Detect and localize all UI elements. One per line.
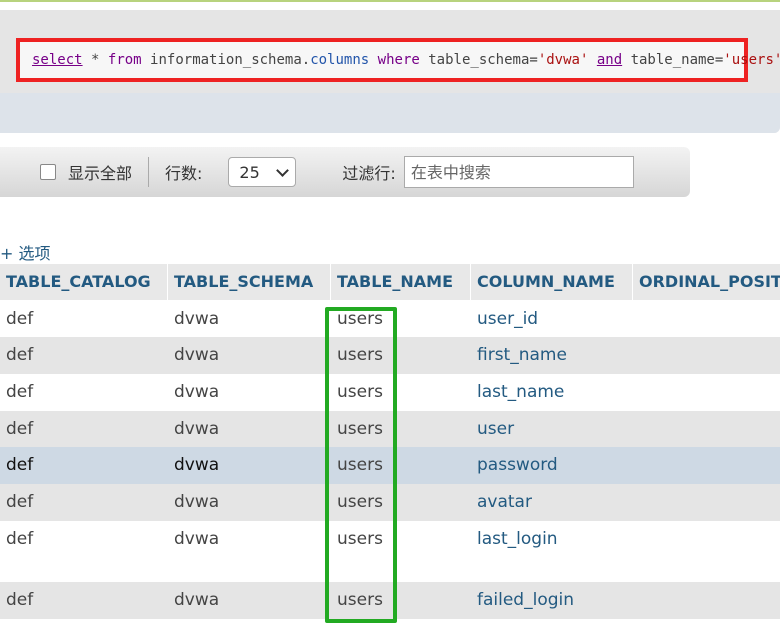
sql-value-users: 'users' [723, 52, 780, 68]
cell-table-catalog: def [6, 590, 34, 610]
cell-table-name: users [337, 382, 383, 402]
rows-value: 25 [239, 162, 260, 182]
cell-table-schema: dvwa [174, 590, 220, 610]
sql-condition-table: table_name= [630, 52, 724, 68]
sql-and-keyword[interactable]: and [597, 52, 622, 68]
cell-column-name: last_login [477, 529, 558, 549]
cell-table-schema: dvwa [174, 309, 220, 329]
cell-table-catalog: def [6, 345, 34, 365]
sql-schema-name: information_schema. [150, 52, 311, 68]
sql-value-dvwa: 'dvwa' [537, 52, 589, 68]
sql-from-keyword: from [107, 52, 142, 68]
options-link[interactable]: + 选项 [0, 240, 51, 264]
sql-select-keyword[interactable]: select [32, 52, 83, 68]
cell-table-name: users [337, 419, 383, 439]
table-header: TABLE_CATALOG TABLE_SCHEMA TABLE_NAME CO… [0, 264, 780, 300]
nav-separator [148, 157, 150, 187]
cell-table-schema: dvwa [174, 345, 220, 365]
cell-column-name: failed_login [477, 590, 575, 610]
cell-table-catalog: def [6, 492, 34, 512]
top-accent-line [0, 0, 780, 2]
cell-table-catalog: def [6, 309, 34, 329]
sql-star: * [91, 52, 100, 68]
cell-table-schema: dvwa [174, 382, 220, 402]
table-row: def dvwa users failed_login [0, 582, 780, 619]
rows-per-page-select[interactable]: 25 [228, 157, 297, 187]
cell-column-name: first_name [477, 345, 567, 365]
table-row: def dvwa users user [0, 411, 780, 447]
filter-rows-input[interactable] [403, 156, 634, 188]
sql-where-keyword: where [377, 52, 420, 68]
header-column-name[interactable]: COLUMN_NAME [471, 264, 633, 300]
sql-condition-schema: table_schema= [428, 52, 538, 68]
cell-table-name: users [337, 345, 383, 365]
cell-table-schema: dvwa [174, 492, 220, 512]
cell-table-catalog: def [6, 529, 34, 549]
cell-table-name: users [337, 455, 383, 475]
cell-table-name: users [337, 309, 383, 329]
rows-label: 行数: [165, 164, 203, 183]
cell-table-name: users [337, 590, 383, 610]
table-row: def dvwa users first_name [0, 337, 780, 374]
cell-table-schema: dvwa [174, 455, 220, 475]
cell-table-name: users [337, 492, 383, 512]
sql-query-box: select * from information_schema. columns… [16, 38, 780, 82]
cell-table-catalog: def [6, 382, 34, 402]
chevron-down-icon [276, 163, 290, 177]
cell-table-schema: dvwa [174, 419, 220, 439]
cell-table-name: users [337, 529, 383, 549]
filter-rows-label: 过滤行: [342, 164, 396, 183]
header-table-catalog[interactable]: TABLE_CATALOG [0, 264, 168, 300]
cell-column-name: password [477, 455, 558, 475]
sql-links-strip [0, 93, 780, 133]
header-table-schema[interactable]: TABLE_SCHEMA [168, 264, 331, 300]
cell-table-schema: dvwa [174, 529, 220, 549]
cell-table-catalog: def [6, 419, 34, 439]
sql-columns-table: columns [310, 52, 370, 68]
navigation-bar: 显示全部 行数: 25 过滤行: [0, 147, 690, 197]
cell-table-catalog: def [6, 455, 34, 475]
cell-column-name: last_name [477, 382, 565, 402]
cell-column-name: avatar [477, 492, 532, 512]
cell-column-name: user_id [477, 309, 539, 329]
header-ordinal-position[interactable]: ORDINAL_POSIT [633, 264, 780, 300]
table-row: def dvwa users user_id [0, 301, 780, 337]
show-all-label[interactable]: 显示全部 [68, 160, 132, 184]
table-row: def dvwa users last_login [0, 521, 780, 582]
cell-column-name: user [477, 419, 515, 439]
table-row: def dvwa users avatar [0, 484, 780, 521]
header-table-name[interactable]: TABLE_NAME [331, 264, 471, 300]
table-row: def dvwa users last_name [0, 374, 780, 411]
show-all-checkbox[interactable] [40, 164, 56, 180]
table-row-highlighted: def dvwa users password [0, 447, 780, 484]
